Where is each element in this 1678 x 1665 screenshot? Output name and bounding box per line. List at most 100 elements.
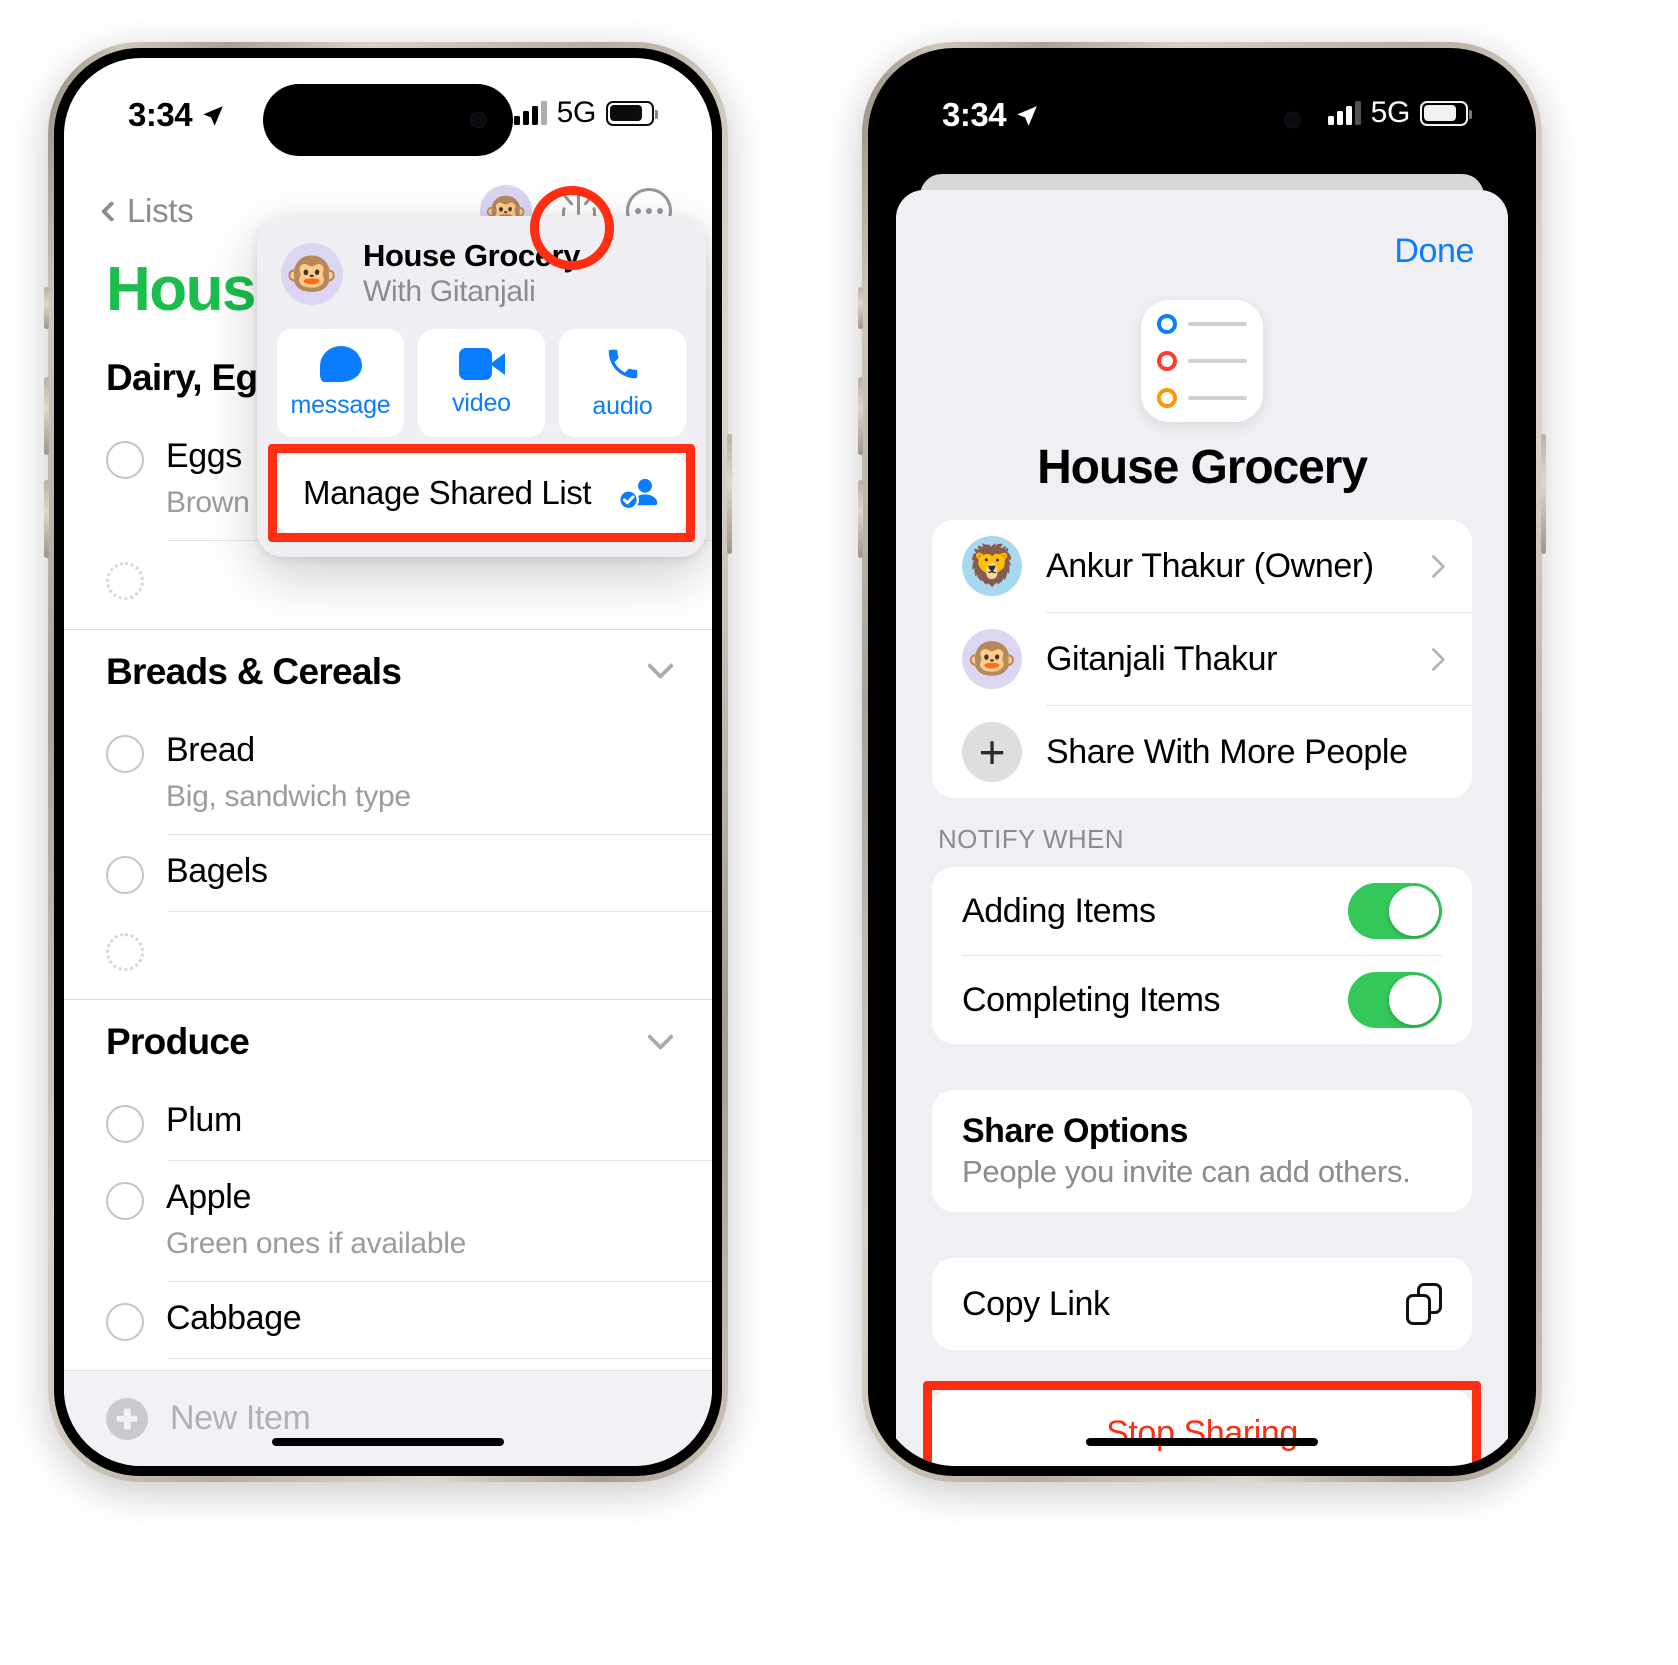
item-title: Cabbage: [166, 1299, 302, 1338]
list-item[interactable]: Bagels: [64, 835, 712, 911]
new-item-button[interactable]: New Item: [64, 1370, 712, 1466]
message-bubble-icon: [319, 346, 362, 382]
back-to-lists-button[interactable]: Lists: [100, 192, 194, 230]
checkbox-circle[interactable]: [106, 441, 144, 479]
notify-label: Adding Items: [962, 891, 1156, 930]
phone-bezel-left: 3:34 5G Lists 🐵 House Dairy, Eggs Eggs B…: [54, 48, 722, 1476]
list-item-placeholder[interactable]: [64, 912, 712, 988]
item-title: Apple: [166, 1178, 251, 1217]
power-button[interactable]: [1541, 434, 1546, 554]
new-item-label: New Item: [170, 1399, 311, 1437]
participant-name: Ankur Thakur (Owner): [1046, 546, 1374, 585]
participant-row[interactable]: 🐵 Gitanjali Thakur: [932, 613, 1472, 705]
copy-icon: [1406, 1283, 1442, 1325]
location-arrow-icon: [203, 106, 223, 126]
checkbox-circle-empty[interactable]: [106, 932, 144, 971]
notify-row-adding-items: Adding Items: [932, 867, 1472, 955]
status-time-right: 3:34: [942, 96, 1040, 134]
done-button[interactable]: Done: [1394, 232, 1474, 271]
cellular-signal-icon: [513, 101, 547, 125]
video-button[interactable]: video: [418, 329, 545, 437]
popover-header: 🐵 House Grocery With Gitanjali: [277, 238, 686, 309]
item-note: Big, sandwich type: [166, 779, 411, 813]
section-header-produce[interactable]: Produce: [64, 1000, 712, 1084]
popover-avatar: 🐵: [281, 242, 343, 305]
volume-down-button[interactable]: [44, 480, 49, 558]
chevron-down-icon[interactable]: [647, 1023, 674, 1051]
volume-down-button[interactable]: [858, 480, 863, 558]
popover-title: House Grocery: [363, 238, 581, 273]
dynamic-island-right: [1077, 84, 1327, 156]
volume-up-button[interactable]: [858, 377, 863, 455]
notify-card: Adding Items Completing Items: [932, 867, 1472, 1044]
dynamic-island-left: [263, 84, 513, 156]
video-label: video: [452, 389, 511, 417]
section-header-breads[interactable]: Breads & Cereals: [64, 630, 712, 714]
share-options-title: Share Options: [962, 1112, 1188, 1150]
plus-circle-icon: [106, 1397, 148, 1440]
list-dot-blue: [1157, 314, 1177, 334]
message-button[interactable]: message: [277, 329, 404, 437]
status-indicators-right: 5G: [1327, 96, 1472, 130]
adding-items-toggle[interactable]: [1348, 883, 1442, 939]
home-indicator-left: [272, 1438, 504, 1446]
chevron-right-icon: [1421, 646, 1446, 672]
manage-shared-list-label: Manage Shared List: [303, 474, 592, 511]
participant-name: Gitanjali Thakur: [1046, 639, 1278, 678]
screenshot-canvas: 3:34 5G Lists 🐵 House Dairy, Eggs Eggs B…: [0, 0, 1678, 1665]
item-title: Bagels: [166, 851, 268, 890]
manage-shared-list-button[interactable]: Manage Shared List: [268, 444, 695, 542]
share-options-card[interactable]: Share Options People you invite can add …: [932, 1090, 1472, 1212]
shared-list-popover: 🐵 House Grocery With Gitanjali message v…: [257, 216, 706, 557]
stop-sharing-button[interactable]: Stop Sharing: [923, 1381, 1481, 1466]
phone-bezel-right: 3:34 5G Done House Grocery 🦁 Ankur Thaku…: [868, 48, 1536, 1476]
list-item[interactable]: Bread Big, sandwich type: [64, 714, 712, 834]
list-dot-orange: [1157, 388, 1177, 408]
volume-up-button[interactable]: [44, 377, 49, 455]
status-time-left: 3:34: [128, 96, 226, 134]
popover-actions: message video audio: [277, 329, 686, 437]
checkbox-circle-empty[interactable]: [106, 561, 144, 600]
checkbox-circle[interactable]: [106, 1303, 144, 1342]
completing-items-toggle[interactable]: [1348, 972, 1442, 1028]
section-title: Breads & Cereals: [106, 650, 402, 692]
checkbox-circle[interactable]: [106, 1105, 144, 1144]
audio-label: audio: [592, 392, 653, 420]
silent-switch[interactable]: [44, 287, 49, 329]
back-button-label: Lists: [127, 192, 194, 229]
stop-sharing-label: Stop Sharing: [1106, 1413, 1298, 1452]
network-type-label: 5G: [556, 96, 597, 129]
item-title: Plum: [166, 1101, 242, 1140]
sheet-title: House Grocery: [1037, 441, 1368, 494]
checkbox-circle[interactable]: [106, 1182, 144, 1221]
chevron-down-icon[interactable]: [647, 652, 674, 680]
chevron-right-icon: [1421, 553, 1446, 579]
network-type-label: 5G: [1370, 96, 1411, 129]
avatar: 🐵: [962, 629, 1022, 689]
plus-icon: +: [962, 722, 1022, 782]
item-note: Green ones if available: [166, 1227, 466, 1261]
copy-link-card[interactable]: Copy Link: [932, 1258, 1472, 1350]
reminders-list-screen: 3:34 5G Lists 🐵 House Dairy, Eggs Eggs B…: [64, 58, 712, 1466]
power-button[interactable]: [727, 434, 732, 554]
audio-button[interactable]: audio: [559, 329, 686, 437]
section-title: Produce: [106, 1021, 250, 1063]
battery-icon: [606, 100, 658, 126]
home-indicator-right: [1086, 1438, 1318, 1446]
share-with-more-people-button[interactable]: + Share With More People: [932, 706, 1472, 798]
iphone-frame-left: 3:34 5G Lists 🐵 House Dairy, Eggs Eggs B…: [44, 42, 732, 1482]
avatar: 🦁: [962, 536, 1022, 596]
silent-switch[interactable]: [858, 287, 863, 329]
checkbox-circle[interactable]: [106, 855, 144, 894]
checkbox-circle[interactable]: [106, 734, 144, 773]
notify-when-label: NOTIFY WHEN: [938, 824, 1124, 854]
manage-shared-list-screen: 3:34 5G Done House Grocery 🦁 Ankur Thaku…: [878, 58, 1526, 1466]
participant-row-owner[interactable]: 🦁 Ankur Thakur (Owner): [932, 520, 1472, 612]
list-dot-red: [1157, 351, 1177, 371]
list-item[interactable]: Plum: [64, 1084, 712, 1160]
list-item[interactable]: Apple Green ones if available: [64, 1161, 712, 1281]
front-camera-icon: [1284, 111, 1301, 129]
list-item[interactable]: Cabbage: [64, 1282, 712, 1358]
